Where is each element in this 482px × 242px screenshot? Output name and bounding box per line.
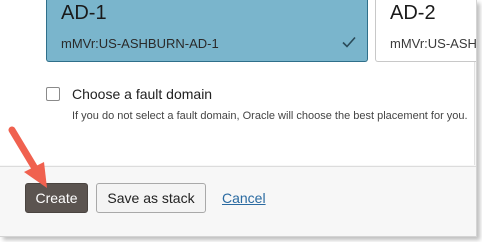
placement-panel: AD-1 mMVr:US-ASHBURN-AD-1 AD-2 mMVr:US-A… xyxy=(0,0,477,165)
availability-domain-card-ad-1[interactable]: AD-1 mMVr:US-ASHBURN-AD-1 xyxy=(46,0,368,62)
arrow-annotation-icon xyxy=(8,126,47,188)
ad-card-title: AD-2 xyxy=(390,2,436,24)
save-as-stack-button[interactable]: Save as stack xyxy=(96,183,206,213)
fault-domain-label: Choose a fault domain xyxy=(72,86,213,102)
availability-domain-card-ad-2[interactable]: AD-2 mMVr:US-ASHBURN-AD-2 xyxy=(375,0,477,62)
ad-card-subtitle: mMVr:US-ASHBURN-AD-1 xyxy=(61,36,219,51)
create-instance-window: AD-1 mMVr:US-ASHBURN-AD-1 AD-2 mMVr:US-A… xyxy=(0,0,477,237)
check-icon xyxy=(342,36,356,48)
fault-domain-option[interactable]: Choose a fault domain xyxy=(46,86,212,102)
ad-card-title: AD-1 xyxy=(61,2,107,24)
cancel-link[interactable]: Cancel xyxy=(222,190,266,206)
fault-domain-help-text: If you do not select a fault domain, Ora… xyxy=(72,110,468,122)
ad-card-subtitle: mMVr:US-ASHBURN-AD-2 xyxy=(390,36,477,51)
fault-domain-checkbox[interactable] xyxy=(46,87,60,101)
